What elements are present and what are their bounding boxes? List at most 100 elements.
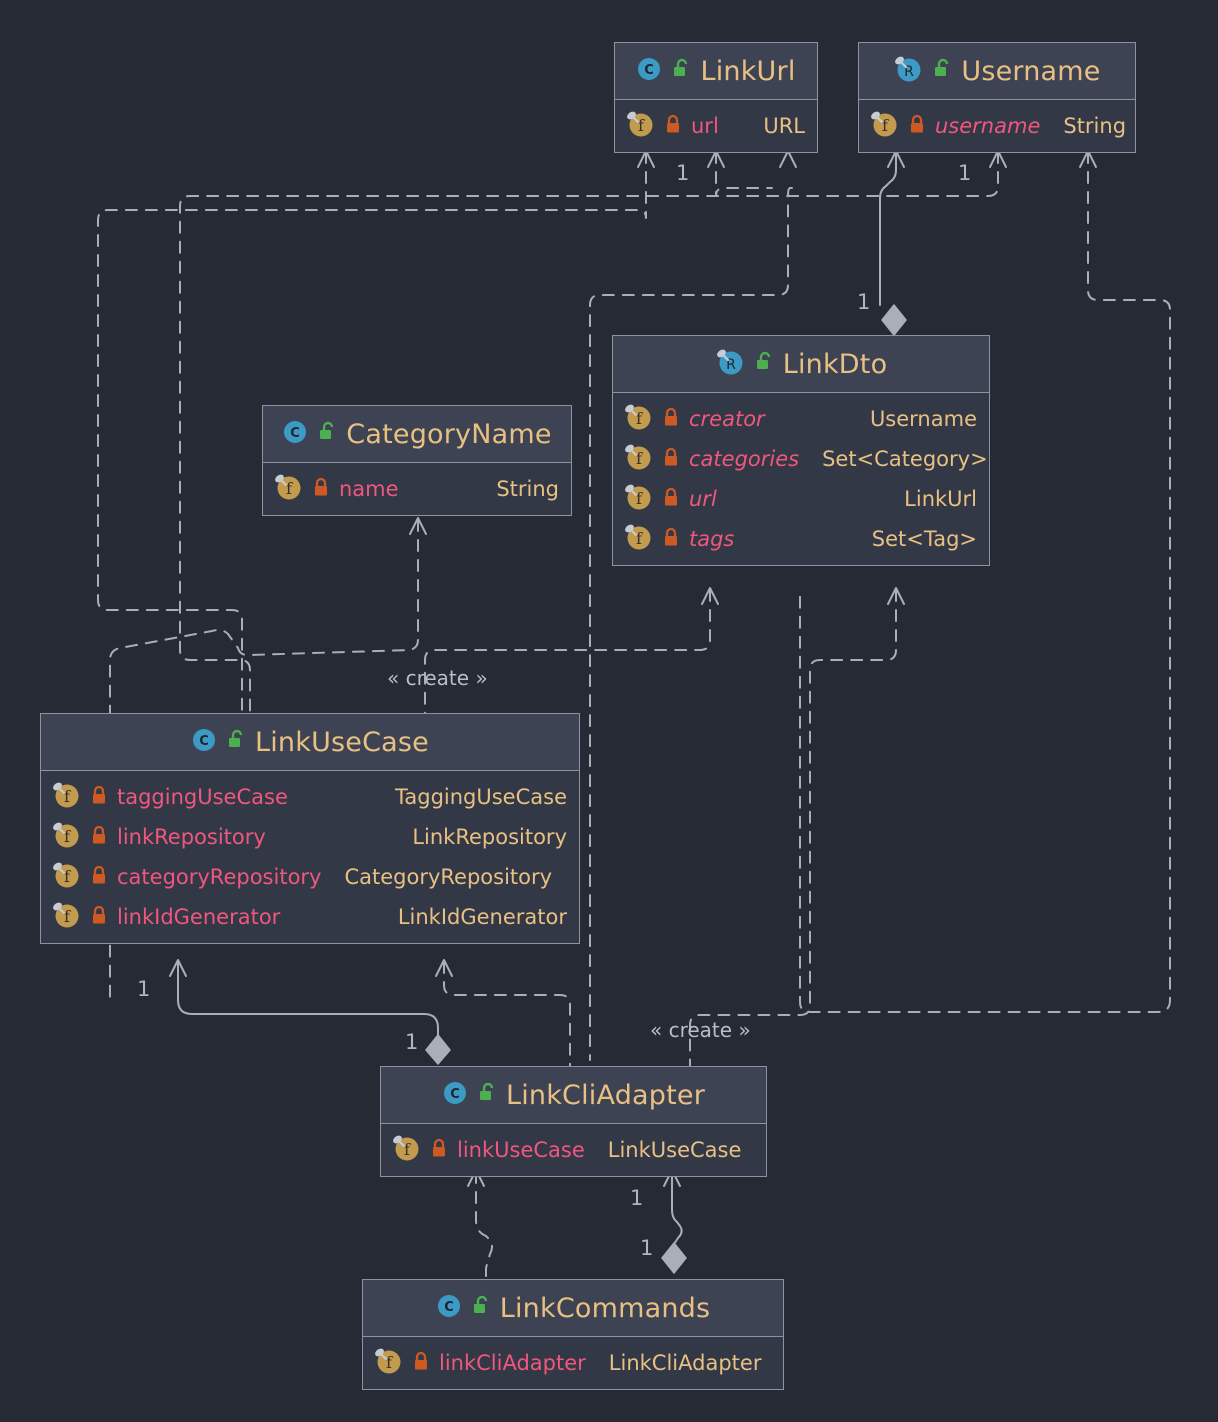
class-header-categoryname: C CategoryName	[263, 406, 571, 463]
lock-icon	[664, 114, 682, 139]
member-row[interactable]: f taggingUseCase TaggingUseCase	[41, 777, 579, 817]
member-name: linkUseCase	[457, 1137, 585, 1162]
member-row[interactable]: f username String	[859, 106, 1135, 146]
field-icon: f	[373, 1347, 403, 1379]
lock-icon	[412, 1351, 430, 1376]
class-icon: C	[191, 727, 217, 757]
class-header-linkcommands: C LinkCommands	[363, 1280, 783, 1337]
class-icon: C	[442, 1080, 468, 1110]
field-icon: f	[391, 1134, 421, 1166]
unlock-icon	[471, 1295, 491, 1321]
lock-icon	[430, 1138, 448, 1163]
lock-icon	[908, 114, 926, 139]
class-name-categoryname: CategoryName	[346, 418, 552, 450]
field-icon: f	[273, 473, 303, 505]
class-icon: C	[282, 419, 308, 449]
unlock-icon	[226, 729, 246, 755]
member-row[interactable]: f url URL	[615, 106, 817, 146]
record-icon: R	[893, 55, 923, 87]
class-box-linkurl[interactable]: C LinkUrl f url URL	[614, 42, 818, 153]
field-icon: f	[623, 443, 653, 475]
class-members-linkcommands: f linkCliAdapter LinkCliAdapter	[363, 1337, 783, 1389]
member-row[interactable]: f tags Set<Tag>	[613, 519, 989, 559]
member-name: linkCliAdapter	[439, 1350, 586, 1375]
member-type: TaggingUseCase	[395, 784, 567, 809]
lock-icon	[90, 905, 108, 930]
svg-text:C: C	[291, 426, 301, 441]
member-type: LinkIdGenerator	[397, 904, 567, 929]
member-name: tags	[689, 526, 735, 551]
edge-label-mult-cliadapter-bottom: 1	[630, 1186, 644, 1210]
member-row[interactable]: f linkUseCase LinkUseCase	[381, 1130, 766, 1170]
member-type: Username	[869, 406, 977, 431]
edge-label-mult-linkdto-top: 1	[857, 290, 871, 314]
member-row[interactable]: f categories Set<Category>	[613, 439, 989, 479]
member-type: LinkRepository	[412, 824, 567, 849]
class-box-linkusecase[interactable]: C LinkUseCase f taggingUseCase TaggingUs…	[40, 713, 580, 944]
class-header-username: R Username	[859, 43, 1135, 100]
lock-icon	[90, 785, 108, 810]
diamond-linkdto-top	[881, 304, 907, 336]
class-box-linkcliadapter[interactable]: C LinkCliAdapter f linkUseCase LinkUseCa…	[380, 1066, 767, 1177]
member-name: creator	[689, 406, 765, 431]
class-header-linkdto: R LinkDto	[613, 336, 989, 393]
class-name-linkcommands: LinkCommands	[499, 1292, 711, 1324]
record-icon: R	[715, 348, 745, 380]
class-box-categoryname[interactable]: C CategoryName f name String	[262, 405, 572, 516]
svg-text:C: C	[199, 734, 209, 749]
class-header-linkusecase: C LinkUseCase	[41, 714, 579, 771]
member-name: linkRepository	[117, 824, 266, 849]
member-name: name	[339, 476, 399, 501]
edge-label-mult-commands-top: 1	[640, 1236, 654, 1260]
edge-linkcommands-to-linkcliadapter-association	[671, 1171, 683, 1245]
field-icon: f	[51, 861, 81, 893]
member-row[interactable]: f linkCliAdapter LinkCliAdapter	[363, 1343, 783, 1383]
field-icon: f	[51, 781, 81, 813]
diagram-edges-layer	[97, 150, 1171, 1283]
member-row[interactable]: f creator Username	[613, 399, 989, 439]
edge-linkusecase-to-linkdto-create	[424, 589, 711, 719]
unlock-icon	[671, 58, 691, 84]
field-icon: f	[623, 483, 653, 515]
member-type: String	[1063, 113, 1127, 138]
member-name: username	[935, 113, 1041, 138]
class-name-linkdto: LinkDto	[782, 348, 888, 380]
class-name-linkurl: LinkUrl	[700, 55, 796, 87]
edge-linkdto-to-username-association	[879, 151, 897, 306]
edge-linkcommands-to-linkcliadapter-dashed	[475, 1171, 493, 1283]
field-icon: f	[625, 110, 655, 142]
edge-label-mult-linkurl-right: 1	[676, 161, 690, 185]
member-row[interactable]: f name String	[263, 469, 571, 509]
member-row[interactable]: f linkIdGenerator LinkIdGenerator	[41, 897, 579, 937]
member-type: Set<Category>	[822, 446, 988, 471]
svg-text:C: C	[450, 1087, 460, 1102]
unlock-icon	[317, 421, 337, 447]
class-box-linkdto[interactable]: R LinkDto f creator Username f categorie…	[612, 335, 990, 566]
class-box-linkcommands[interactable]: C LinkCommands f linkCliAdapter LinkCliA…	[362, 1279, 784, 1390]
edge-linkcliadapter-to-linkusecase-dashed	[443, 961, 571, 1069]
member-row[interactable]: f linkRepository LinkRepository	[41, 817, 579, 857]
member-name: categories	[689, 446, 800, 471]
member-name: linkIdGenerator	[117, 904, 281, 929]
member-type: LinkUseCase	[607, 1137, 742, 1162]
edge-linkcliadapter-to-linkusecase-association	[177, 961, 439, 1037]
field-icon: f	[623, 523, 653, 555]
class-name-linkusecase: LinkUseCase	[254, 726, 429, 758]
class-members-linkcliadapter: f linkUseCase LinkUseCase	[381, 1124, 766, 1176]
member-name: url	[689, 486, 717, 511]
member-type: URL	[763, 113, 805, 138]
class-box-username[interactable]: R Username f username String	[858, 42, 1136, 153]
member-type: String	[496, 476, 559, 501]
edge-linkcliadapter-to-linkurl	[589, 151, 793, 1061]
field-icon: f	[51, 821, 81, 853]
member-row[interactable]: f url LinkUrl	[613, 479, 989, 519]
member-type: CategoryRepository	[344, 864, 553, 889]
lock-icon	[662, 487, 680, 512]
member-name: url	[691, 113, 719, 138]
member-type: LinkCliAdapter	[608, 1350, 762, 1375]
member-row[interactable]: f categoryRepository CategoryRepository	[41, 857, 579, 897]
class-members-categoryname: f name String	[263, 463, 571, 515]
class-header-linkcliadapter: C LinkCliAdapter	[381, 1067, 766, 1124]
class-header-linkurl: C LinkUrl	[615, 43, 817, 100]
diamond-linkcommands-top	[661, 1242, 687, 1274]
